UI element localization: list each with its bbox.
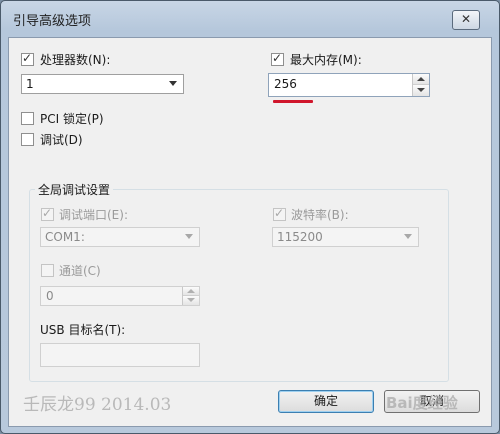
channel-spinner[interactable]: 0 xyxy=(40,286,200,306)
debug-port-dropdown[interactable]: COM1: xyxy=(40,227,200,247)
channel-increment[interactable] xyxy=(183,287,199,296)
baud-rate-checkbox[interactable] xyxy=(273,206,286,221)
debug-port-checkbox[interactable] xyxy=(41,206,54,221)
arrow-up-icon xyxy=(187,289,195,293)
max-memory-spin-buttons xyxy=(412,74,429,96)
max-memory-spinner[interactable]: 256 xyxy=(268,73,430,97)
max-memory-increment[interactable] xyxy=(413,74,429,85)
debug-checkbox[interactable] xyxy=(21,133,34,146)
arrow-down-icon xyxy=(417,88,425,92)
dialog-title: 引导高级选项 xyxy=(13,14,92,29)
usb-target-input[interactable] xyxy=(40,343,200,367)
baud-rate-label: 波特率(B): xyxy=(291,208,349,222)
channel-decrement[interactable] xyxy=(183,296,199,305)
max-memory-decrement[interactable] xyxy=(413,85,429,96)
author-watermark: 壬辰龙99 2014.03 xyxy=(23,395,172,415)
title-bar: 引导高级选项 ✕ xyxy=(1,1,499,35)
max-memory-label: 最大内存(M): xyxy=(290,53,362,67)
arrow-up-icon xyxy=(417,77,425,81)
chevron-down-icon xyxy=(169,81,177,86)
channel-value: 0 xyxy=(46,289,54,303)
arrow-down-icon xyxy=(187,298,195,302)
chevron-down-icon xyxy=(404,234,412,239)
debug-port-value: COM1: xyxy=(45,230,85,244)
pci-lock-label: PCI 锁定(P) xyxy=(40,112,104,126)
close-button[interactable]: ✕ xyxy=(452,10,480,30)
pci-lock-checkbox[interactable] xyxy=(21,112,34,125)
baud-rate-dropdown[interactable]: 115200 xyxy=(272,227,419,247)
processors-value: 1 xyxy=(26,77,34,91)
debug-port-label: 调试端口(E): xyxy=(59,208,128,222)
usb-target-label: USB 目标名(T): xyxy=(40,323,126,337)
channel-label: 通道(C) xyxy=(59,264,101,278)
debug-label: 调试(D) xyxy=(40,133,83,147)
boot-advanced-options-dialog: 引导高级选项 ✕ 处理器数(N): 1 最大内存(M): 256 PCI 锁定(… xyxy=(0,0,500,434)
max-memory-value: 256 xyxy=(274,77,297,91)
highlight-underline xyxy=(273,100,313,103)
processors-checkbox[interactable] xyxy=(21,51,34,66)
processors-label: 处理器数(N): xyxy=(40,53,111,67)
dialog-body: 处理器数(N): 1 最大内存(M): 256 PCI 锁定(P) 调试(D) … xyxy=(8,37,492,427)
channel-spin-buttons xyxy=(182,287,199,305)
baidu-watermark: Bai度经验 xyxy=(386,394,458,412)
global-debug-title: 全局调试设置 xyxy=(35,181,114,198)
chevron-down-icon xyxy=(185,234,193,239)
ok-button-label: 确定 xyxy=(313,394,338,408)
max-memory-checkbox[interactable] xyxy=(271,51,284,66)
channel-checkbox[interactable] xyxy=(41,264,54,277)
processors-dropdown[interactable]: 1 xyxy=(21,74,184,94)
baud-rate-value: 115200 xyxy=(277,230,323,244)
close-icon: ✕ xyxy=(460,12,472,26)
ok-button[interactable]: 确定 xyxy=(278,390,374,413)
